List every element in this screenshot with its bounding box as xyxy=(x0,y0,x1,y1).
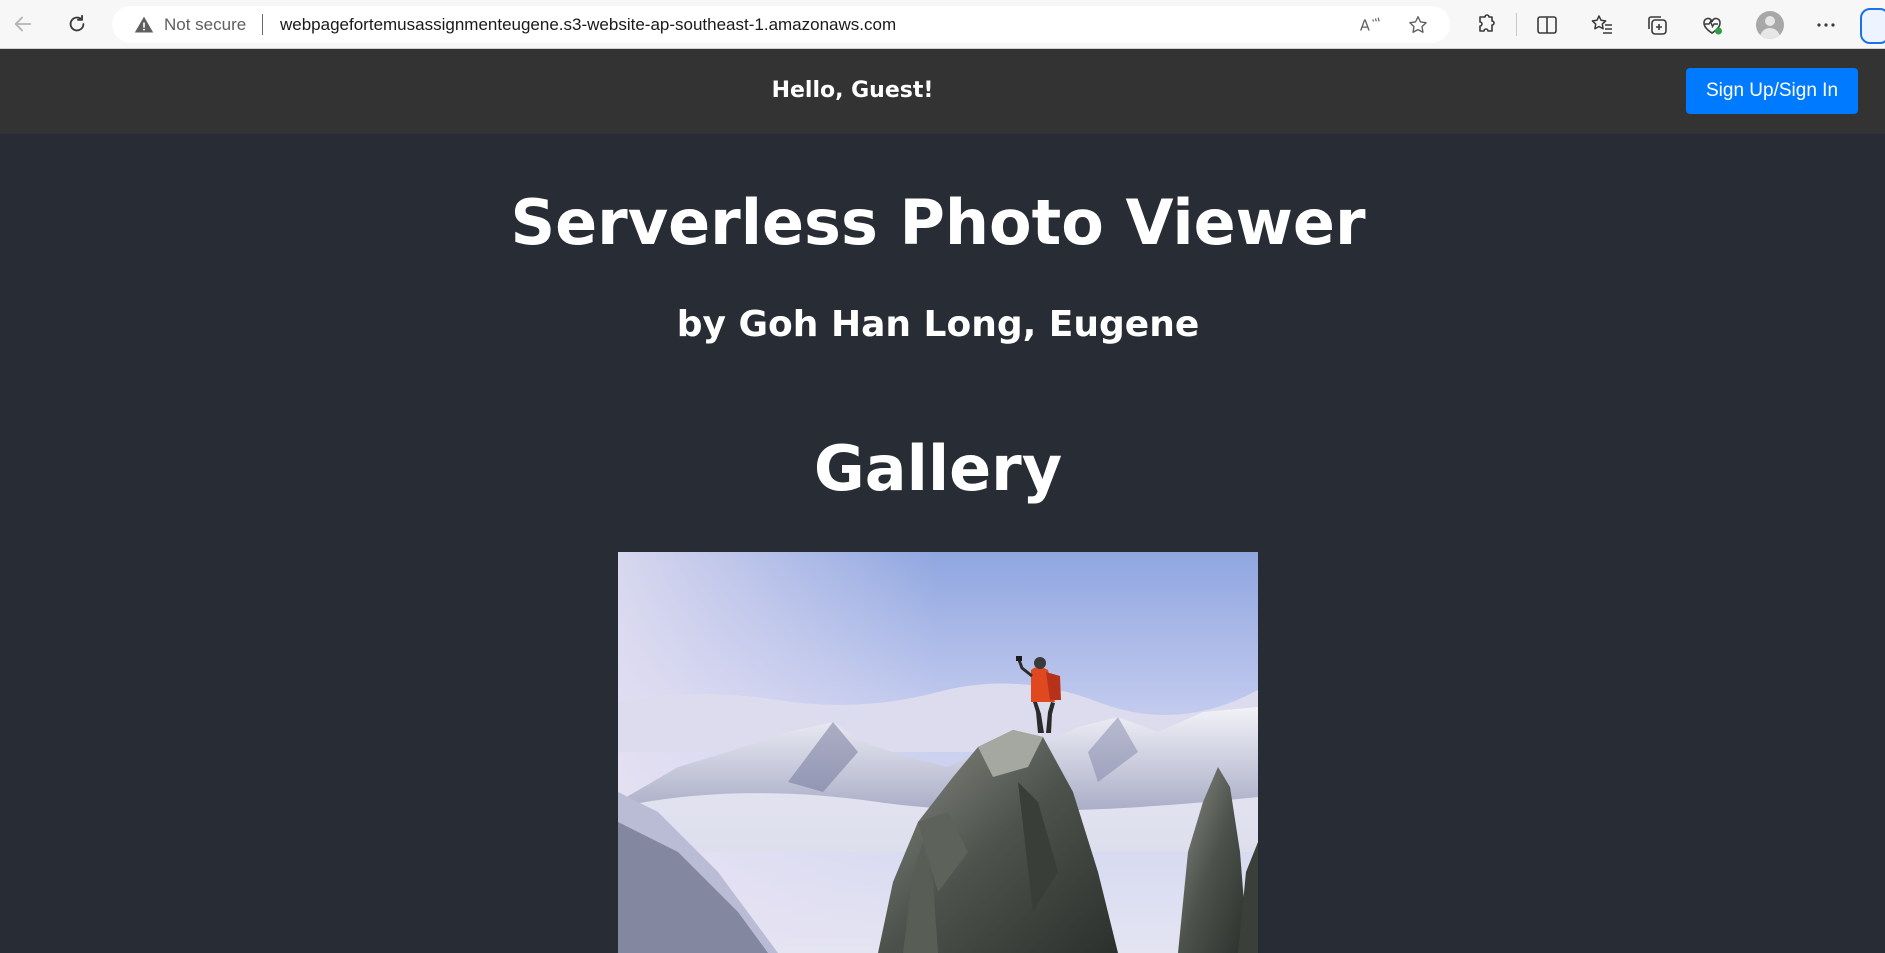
favorite-star-icon[interactable] xyxy=(1407,14,1429,36)
reload-icon xyxy=(69,14,85,32)
reload-button[interactable] xyxy=(62,9,92,39)
address-divider xyxy=(262,14,263,35)
favorites-icon xyxy=(1591,15,1612,34)
address-bar[interactable]: Not secure webpagefortemusassignmenteuge… xyxy=(112,6,1450,43)
greeting-text: Hello, Guest! xyxy=(771,78,934,103)
security-label[interactable]: Not secure xyxy=(164,15,246,35)
browser-toolbar: Not secure webpagefortemusassignmenteuge… xyxy=(0,0,1885,49)
main-content: Serverless Photo Viewer by Goh Han Long,… xyxy=(0,134,1885,953)
bing-sidebar-button[interactable] xyxy=(1860,8,1885,44)
site-header: Hello, Guest! Sign Up/Sign In xyxy=(0,49,1885,134)
url-text[interactable]: webpagefortemusassignmenteugene.s3-websi… xyxy=(280,15,896,35)
collections-button[interactable] xyxy=(1644,12,1670,38)
collections-icon xyxy=(1648,16,1667,35)
author-byline: by Goh Han Long, Eugene xyxy=(676,304,1200,345)
extensions-icon xyxy=(1479,14,1495,32)
gallery-photo[interactable] xyxy=(618,552,1258,953)
browser-essentials-button[interactable] xyxy=(1699,12,1725,38)
read-aloud-icon[interactable]: A xyxy=(1358,14,1380,36)
back-arrow-icon xyxy=(14,16,32,32)
more-button[interactable] xyxy=(1813,12,1839,38)
extensions-button[interactable] xyxy=(1473,12,1499,38)
warning-icon[interactable] xyxy=(134,15,154,35)
split-screen-button[interactable] xyxy=(1534,12,1560,38)
avatar-body xyxy=(1760,28,1780,39)
favorites-button[interactable] xyxy=(1589,12,1615,38)
signin-button[interactable]: Sign Up/Sign In xyxy=(1686,68,1858,114)
profile-avatar[interactable] xyxy=(1756,11,1784,39)
browser-essentials-icon xyxy=(1703,17,1722,35)
mountain-hiker-image xyxy=(618,552,1258,953)
page-title: Serverless Photo Viewer xyxy=(510,186,1366,259)
gallery-heading: Gallery xyxy=(813,432,1063,505)
more-icon xyxy=(1817,23,1835,27)
toolbar-divider xyxy=(1516,13,1517,36)
back-button[interactable] xyxy=(8,9,38,39)
svg-text:A: A xyxy=(1360,18,1370,35)
avatar-head xyxy=(1765,16,1775,26)
split-screen-icon xyxy=(1537,16,1557,34)
